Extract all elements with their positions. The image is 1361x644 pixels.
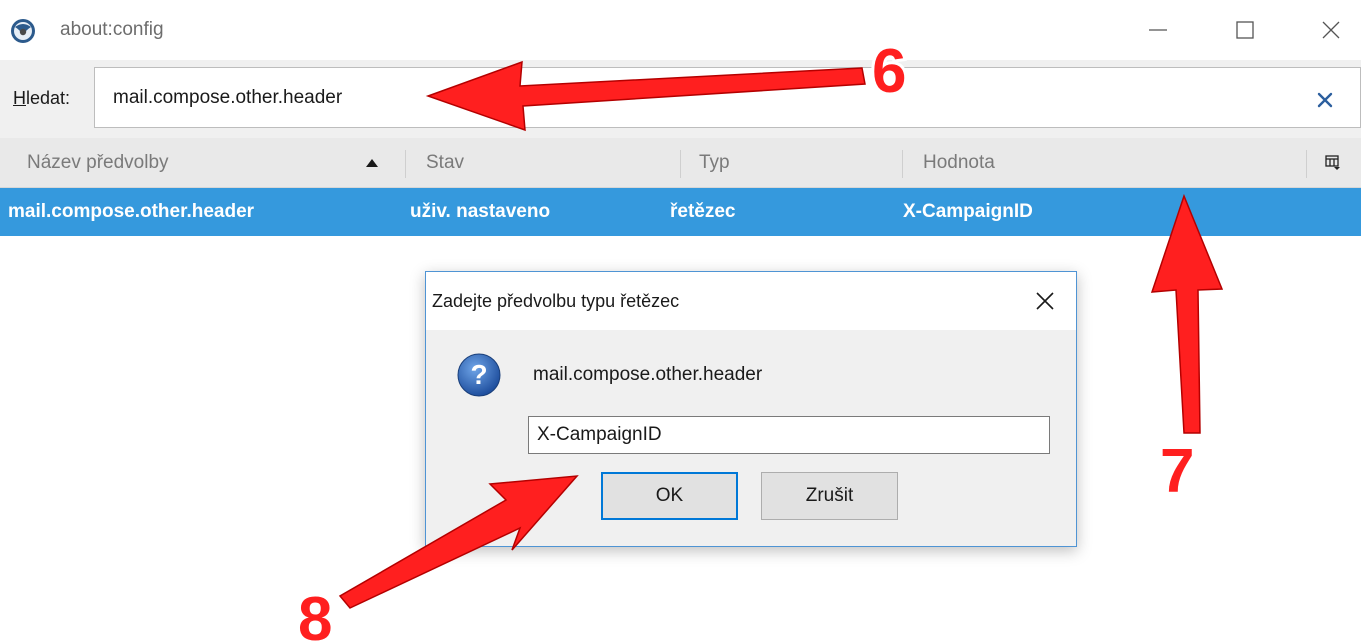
search-label: Hledat:: [13, 88, 71, 108]
svg-text:?: ?: [470, 359, 487, 390]
column-header-type[interactable]: Typ: [699, 138, 730, 188]
minimize-icon: [1149, 29, 1167, 31]
column-header-row: Název předvolby Stav Typ Hodnota: [0, 138, 1361, 188]
clear-search-icon[interactable]: [1315, 90, 1335, 110]
close-icon: [1322, 21, 1340, 39]
window-close-button[interactable]: [1308, 12, 1354, 48]
pref-value-cell: X-CampaignID: [903, 201, 1033, 222]
window-titlebar: about:config: [0, 0, 1361, 60]
column-header-value[interactable]: Hodnota: [923, 138, 995, 188]
pref-value-input[interactable]: [528, 416, 1050, 454]
column-separator[interactable]: [902, 150, 903, 178]
pref-type-cell: řetězec: [670, 201, 736, 222]
sort-ascending-icon: [366, 159, 378, 167]
cancel-button[interactable]: Zrušit: [761, 472, 898, 520]
search-bar: Hledat:: [0, 60, 1361, 138]
close-icon[interactable]: [1034, 290, 1056, 312]
column-separator[interactable]: [680, 150, 681, 178]
minimize-button[interactable]: [1135, 12, 1181, 48]
step-number-8: 8: [298, 585, 332, 644]
dialog-titlebar: Zadejte předvolbu typu řetězec: [426, 272, 1076, 330]
column-separator[interactable]: [1306, 150, 1307, 178]
window-title: about:config: [60, 19, 164, 40]
edit-string-pref-dialog: Zadejte předvolbu typu řetězec ? mail.co…: [425, 271, 1077, 547]
thunderbird-logo-icon: [11, 19, 35, 43]
question-icon: ?: [457, 353, 501, 397]
maximize-icon: [1236, 21, 1254, 39]
table-row[interactable]: mail.compose.other.header uživ. nastaven…: [0, 188, 1361, 236]
column-picker-icon[interactable]: [1325, 155, 1341, 171]
pref-name-cell: mail.compose.other.header: [8, 201, 255, 222]
search-field[interactable]: [94, 67, 1361, 128]
pref-status-cell: uživ. nastaveno: [410, 201, 551, 222]
column-header-name[interactable]: Název předvolby: [27, 138, 169, 188]
dialog-pref-name: mail.compose.other.header: [533, 364, 763, 385]
column-separator[interactable]: [405, 150, 406, 178]
search-input[interactable]: [113, 84, 1293, 112]
maximize-button[interactable]: [1222, 12, 1268, 48]
step-number-7: 7: [1160, 437, 1194, 506]
dialog-title: Zadejte předvolbu typu řetězec: [432, 291, 680, 311]
column-header-status[interactable]: Stav: [426, 138, 464, 188]
ok-button[interactable]: OK: [601, 472, 738, 520]
